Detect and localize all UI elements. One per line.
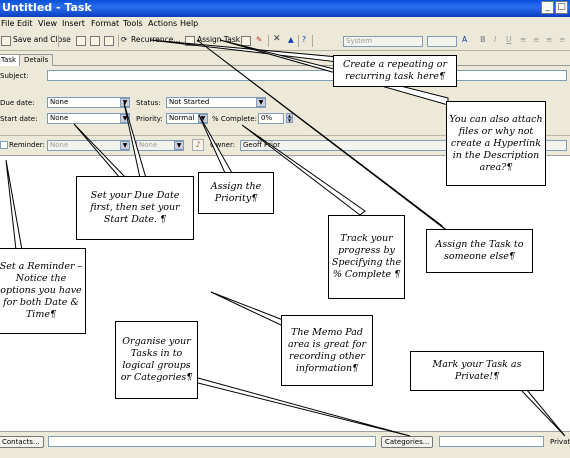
attach-file-icon[interactable] [104,36,114,46]
delete-icon[interactable]: ✕ [273,34,281,44]
start-date-value: None [50,114,69,122]
percent-complete-label: % Complete: [212,115,257,123]
copy-icon[interactable] [76,36,86,46]
move-icon[interactable]: ▲ [288,35,294,44]
recycle-icon[interactable] [241,36,251,46]
window-title: Untitled - Task [2,1,92,14]
tab-strip: Task Details [0,51,570,66]
menu-view[interactable]: View [38,19,57,28]
callout-duedate: Set your Due Date first, then set your S… [76,176,194,240]
flag-icon[interactable]: ✎ [256,35,262,44]
contacts-field[interactable] [48,436,376,447]
bottom-bar: Contacts... Categories... Private [0,431,570,458]
percent-complete-value: 0% [261,114,273,122]
callout-memo: The Memo Pad area is great for recording… [281,315,373,386]
menu-format[interactable]: Format [91,19,119,28]
maximize-button[interactable]: □ [555,1,568,14]
callout-reminder: Set a Reminder – Notice the options you … [0,248,86,334]
bullets-icon[interactable]: ≡ [559,35,565,44]
align-left-icon[interactable]: ≡ [520,35,526,44]
font-select[interactable]: System [343,36,423,47]
title-bar: Untitled - Task _ □ [0,0,570,17]
status-field[interactable]: Not Started [166,97,266,108]
private-label[interactable]: Private [550,438,570,446]
start-date-label: Start date: [0,115,38,123]
bold-icon[interactable]: B [480,35,486,44]
menu-insert[interactable]: Insert [62,19,85,28]
assign-task-button[interactable]: Assign Task [197,35,240,44]
help-icon[interactable]: ? [302,35,306,44]
owner-label: Owner: [210,141,236,149]
reminder-label: Reminder: [9,141,45,149]
due-date-value: None [50,98,69,106]
align-right-icon[interactable]: ≡ [546,35,552,44]
status-label: Status: [136,99,161,107]
align-center-icon[interactable]: ≡ [533,35,539,44]
recurrence-icon: ⟳ [121,35,128,44]
toolbar-separator [268,35,269,47]
paste-icon[interactable] [90,36,100,46]
font-select-value: System [346,37,373,45]
tab-task[interactable]: Task [0,54,22,66]
callout-private: Mark your Task as Private!¶ [410,351,544,391]
menu-help[interactable]: Help [180,19,198,28]
assign-task-icon [185,36,195,46]
font-color-icon[interactable]: A [462,35,467,44]
chevron-down-icon[interactable]: ▼ [120,98,130,107]
chevron-down-icon[interactable]: ▼ [198,114,208,123]
save-icon [1,36,11,46]
menu-bar: File Edit View Insert Format Tools Actio… [0,17,570,34]
subject-label: Subject: [0,72,29,80]
subject-input[interactable] [47,70,567,81]
reminder-sound-icon[interactable]: ♪ [192,139,204,151]
due-date-label: Due date: [0,99,35,107]
reminder-date-value: None [50,141,69,149]
callout-priority: Assign the Priority¶ [198,172,274,214]
due-date-field[interactable]: None [47,97,130,108]
recurrence-button[interactable]: Recurrence... [131,35,181,44]
cut-icon[interactable]: ✂ [63,35,69,44]
callout-progress: Track your progress by Specifying the % … [328,215,405,299]
priority-value: Normal [169,114,195,122]
toolbar-separator [298,35,299,47]
contacts-button[interactable]: Contacts... [0,436,44,448]
toolbar: Save and Close ✂ ⟳ Recurrence... Assign … [0,33,570,51]
chevron-down-icon[interactable]: ▼ [174,141,184,150]
menu-actions[interactable]: Actions [148,19,177,28]
categories-field[interactable] [439,436,544,447]
percent-complete-field[interactable]: 0% [258,113,284,124]
priority-label: Priority: [136,115,163,123]
reminder-date-field[interactable]: None [47,140,130,151]
menu-file[interactable]: File [1,19,14,28]
categories-button[interactable]: Categories... [381,436,433,448]
callout-recurring: Create a repeating or recurring task her… [333,55,457,87]
menu-tools[interactable]: Tools [123,19,143,28]
chevron-down-icon[interactable]: ▼ [256,98,266,107]
minimize-button[interactable]: _ [541,1,554,14]
callout-categories: Organise your Tasks in to logical groups… [115,321,198,399]
toolbar-separator [118,35,119,47]
reminder-checkbox[interactable] [0,141,8,149]
toolbar-separator [312,35,313,47]
italic-icon[interactable]: I [494,35,496,44]
owner-value: Geoff Prior [243,141,281,149]
menu-edit[interactable]: Edit [17,19,33,28]
tab-details[interactable]: Details [19,54,54,66]
font-size-select[interactable] [427,36,457,47]
reminder-time-value: None [139,141,158,149]
underline-icon[interactable]: U [506,35,512,44]
chevron-down-icon[interactable]: ▼ [286,118,293,123]
callout-assign: Assign the Task to someone else¶ [426,229,533,273]
callout-attach: You can also attach files or why not cre… [446,101,546,186]
status-value: Not Started [169,98,210,106]
toolbar-separator [58,35,59,47]
chevron-down-icon[interactable]: ▼ [120,114,130,123]
start-date-field[interactable]: None [47,113,130,124]
chevron-down-icon[interactable]: ▼ [120,141,130,150]
